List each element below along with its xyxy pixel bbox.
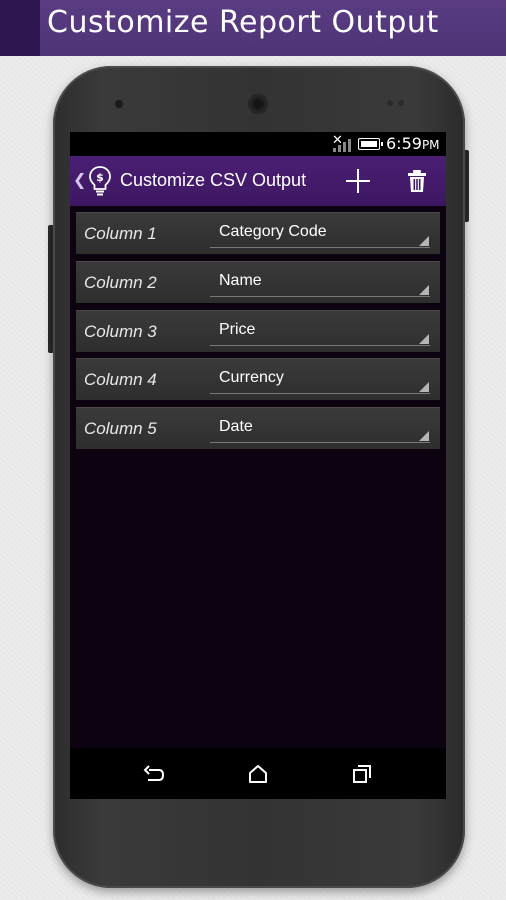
front-camera xyxy=(115,100,123,108)
action-bar-title: Customize CSV Output xyxy=(120,170,307,190)
home-icon xyxy=(249,765,267,783)
spinner-value: Category Code xyxy=(219,223,327,240)
spinner-value: Currency xyxy=(219,369,284,387)
banner-accent xyxy=(0,0,40,56)
banner: Customize Report Output xyxy=(0,0,506,56)
status-time: 6:59PM xyxy=(386,134,440,153)
column-row-3: Column 3 Price xyxy=(76,309,440,352)
column-label: Column 3 xyxy=(84,321,157,341)
status-bar: ✕ 6:59PM xyxy=(70,132,446,156)
nav-back-button[interactable] xyxy=(141,761,167,787)
column-label: Column 5 xyxy=(84,419,157,439)
proximity-sensor xyxy=(387,100,393,106)
column-2-field-spinner[interactable]: Name xyxy=(210,266,430,297)
column-row-4: Column 4 Currency xyxy=(76,358,440,401)
lightbulb-dollar-icon[interactable]: $ xyxy=(88,165,112,197)
column-list: Column 1 Category Code Column 2 Name Col… xyxy=(76,212,440,456)
spinner-value: Date xyxy=(219,418,253,436)
column-label: Column 1 xyxy=(84,224,157,243)
navigation-bar xyxy=(70,748,446,799)
column-5-field-spinner[interactable]: Date xyxy=(210,412,430,444)
up-chevron-icon[interactable]: ❮ xyxy=(73,170,86,189)
add-column-button[interactable] xyxy=(341,164,375,198)
column-3-field-spinner[interactable]: Price xyxy=(210,315,430,346)
svg-text:$: $ xyxy=(96,171,104,184)
recents-icon xyxy=(353,765,371,783)
column-4-field-spinner[interactable]: Currency xyxy=(210,363,430,395)
banner-title: Customize Report Output xyxy=(47,5,439,40)
battery-icon xyxy=(358,138,383,150)
nav-recents-button[interactable] xyxy=(349,761,375,787)
dropdown-corner-icon xyxy=(419,333,429,344)
action-bar: ❮ $ Customize CSV Output xyxy=(70,156,446,206)
light-sensor xyxy=(398,100,404,106)
back-icon xyxy=(143,765,165,781)
dropdown-corner-icon xyxy=(419,284,429,295)
column-row-2: Column 2 Name xyxy=(76,260,440,303)
column-label: Column 4 xyxy=(84,370,157,390)
phone-screen: ✕ 6:59PM ❮ $ Customize CSV Output Column… xyxy=(70,132,446,799)
column-label: Column 2 xyxy=(84,272,157,292)
dropdown-corner-icon xyxy=(419,431,429,442)
column-row-1: Column 1 Category Code xyxy=(76,212,440,254)
trash-icon xyxy=(408,170,426,192)
spinner-value: Name xyxy=(219,271,262,289)
column-1-field-spinner[interactable]: Category Code xyxy=(210,217,430,248)
dropdown-corner-icon xyxy=(419,236,429,246)
earpiece-speaker xyxy=(248,94,268,114)
column-row-5: Column 5 Date xyxy=(76,407,440,450)
delete-button[interactable] xyxy=(400,164,434,198)
spinner-value: Price xyxy=(219,320,256,338)
dropdown-corner-icon xyxy=(419,382,429,393)
signal-icon xyxy=(333,139,351,152)
nav-home-button[interactable] xyxy=(245,761,271,787)
